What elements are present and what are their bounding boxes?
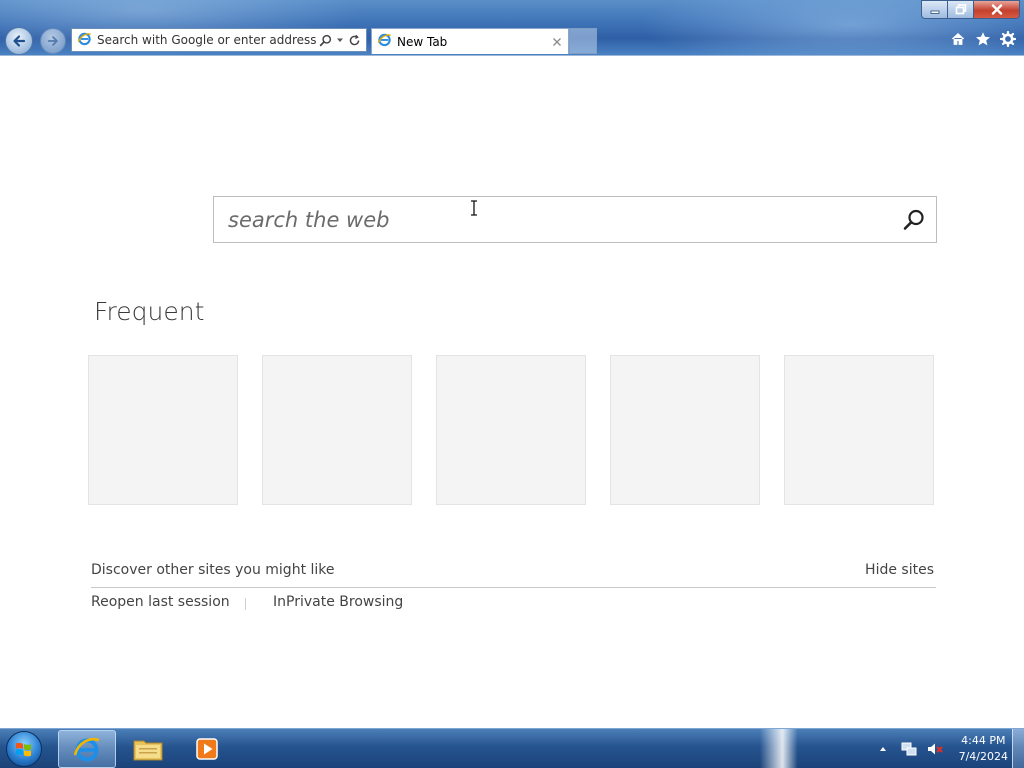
discover-sites-link[interactable]: Discover other sites you might like: [91, 562, 335, 578]
show-desktop-button[interactable]: [1012, 729, 1024, 768]
magnifier-icon[interactable]: [319, 34, 332, 47]
frequent-heading: Frequent: [94, 297, 205, 326]
network-status[interactable]: [901, 741, 917, 757]
windows-logo-icon: [16, 742, 31, 757]
minimize-button[interactable]: [921, 0, 948, 19]
chevron-down-icon[interactable]: [336, 36, 344, 44]
link-separator: [245, 598, 246, 610]
inprivate-browsing-link[interactable]: InPrivate Browsing: [273, 594, 403, 610]
taskbar-internet-explorer[interactable]: [58, 730, 116, 768]
volume-muted-icon: [927, 743, 943, 755]
magnifier-icon: [903, 209, 924, 230]
favorites-button[interactable]: [974, 30, 991, 47]
system-tray: 4:44 PM 7/4/2024: [875, 729, 1008, 768]
start-button[interactable]: [6, 731, 42, 767]
reopen-last-session-link[interactable]: Reopen last session: [91, 594, 230, 610]
back-button[interactable]: [5, 27, 33, 55]
tools-button[interactable]: [999, 30, 1016, 47]
tab-title: New Tab: [397, 34, 448, 49]
text-cursor-icon: [471, 200, 477, 216]
hide-sites-link[interactable]: Hide sites: [865, 562, 934, 578]
refresh-icon[interactable]: [348, 34, 361, 47]
address-field[interactable]: Search with Google or enter address: [97, 33, 319, 47]
gear-icon: [999, 30, 1016, 47]
close-icon: [991, 4, 1002, 15]
close-tab-button[interactable]: [552, 32, 562, 51]
restore-icon: [955, 4, 966, 15]
window-controls: [921, 0, 1020, 19]
clock-time: 4:44 PM: [961, 734, 1006, 747]
folder-icon: [133, 740, 163, 761]
frequent-tiles: [88, 355, 934, 505]
search-input[interactable]: [214, 197, 892, 242]
taskbar-media-player[interactable]: [178, 730, 236, 768]
frequent-tile[interactable]: [88, 355, 238, 505]
forward-button[interactable]: [40, 28, 66, 54]
frequent-tile[interactable]: [784, 355, 934, 505]
taskbar-file-explorer[interactable]: [119, 730, 177, 768]
close-icon: [553, 38, 561, 46]
address-bar[interactable]: Search with Google or enter address: [71, 28, 367, 52]
close-window-button[interactable]: [974, 0, 1020, 19]
ie-page-icon: [377, 32, 392, 51]
divider: [91, 587, 936, 588]
forward-arrow-icon: [47, 36, 58, 46]
media-player-icon: [196, 738, 218, 760]
tab-new-tab[interactable]: New Tab: [371, 28, 569, 54]
internet-explorer-icon: [73, 737, 100, 762]
volume-control[interactable]: [927, 741, 943, 757]
star-icon: [975, 31, 990, 45]
chevron-up-icon: [879, 747, 886, 751]
back-arrow-icon: [13, 35, 26, 47]
home-icon: [951, 32, 964, 45]
ie-page-icon: [77, 31, 92, 50]
taskbar: 4:44 PM 7/4/2024: [0, 728, 1024, 768]
search-button[interactable]: [892, 198, 936, 242]
network-icon: [901, 742, 917, 756]
new-tab-button[interactable]: [569, 28, 597, 54]
web-search-box: [213, 196, 937, 243]
browser-chrome: Search with Google or enter address New …: [0, 0, 1024, 56]
minimize-icon: [930, 10, 939, 14]
frequent-tile[interactable]: [610, 355, 760, 505]
system-clock[interactable]: 4:44 PM 7/4/2024: [959, 733, 1008, 765]
restore-button[interactable]: [948, 0, 974, 19]
command-icons: [949, 30, 1016, 47]
home-button[interactable]: [949, 30, 966, 47]
show-hidden-icons-button[interactable]: [875, 741, 891, 757]
frequent-tile[interactable]: [436, 355, 586, 505]
clock-date: 7/4/2024: [958, 750, 1008, 763]
frequent-tile[interactable]: [262, 355, 412, 505]
